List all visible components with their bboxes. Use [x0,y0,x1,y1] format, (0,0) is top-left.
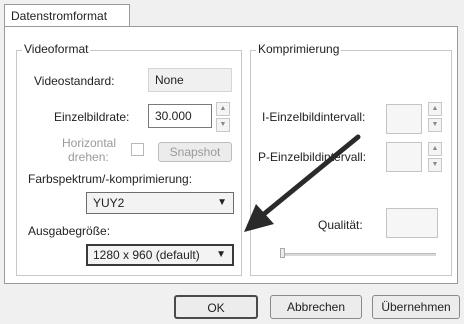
apply-button[interactable]: Übernehmen [372,295,460,319]
arrow-shaft [261,134,361,217]
ok-button[interactable]: OK [174,295,258,319]
tab-stream-format[interactable]: Datenstromformat [4,4,130,26]
cancel-button[interactable]: Abbrechen [270,295,362,319]
annotation-arrow-icon [244,134,361,232]
